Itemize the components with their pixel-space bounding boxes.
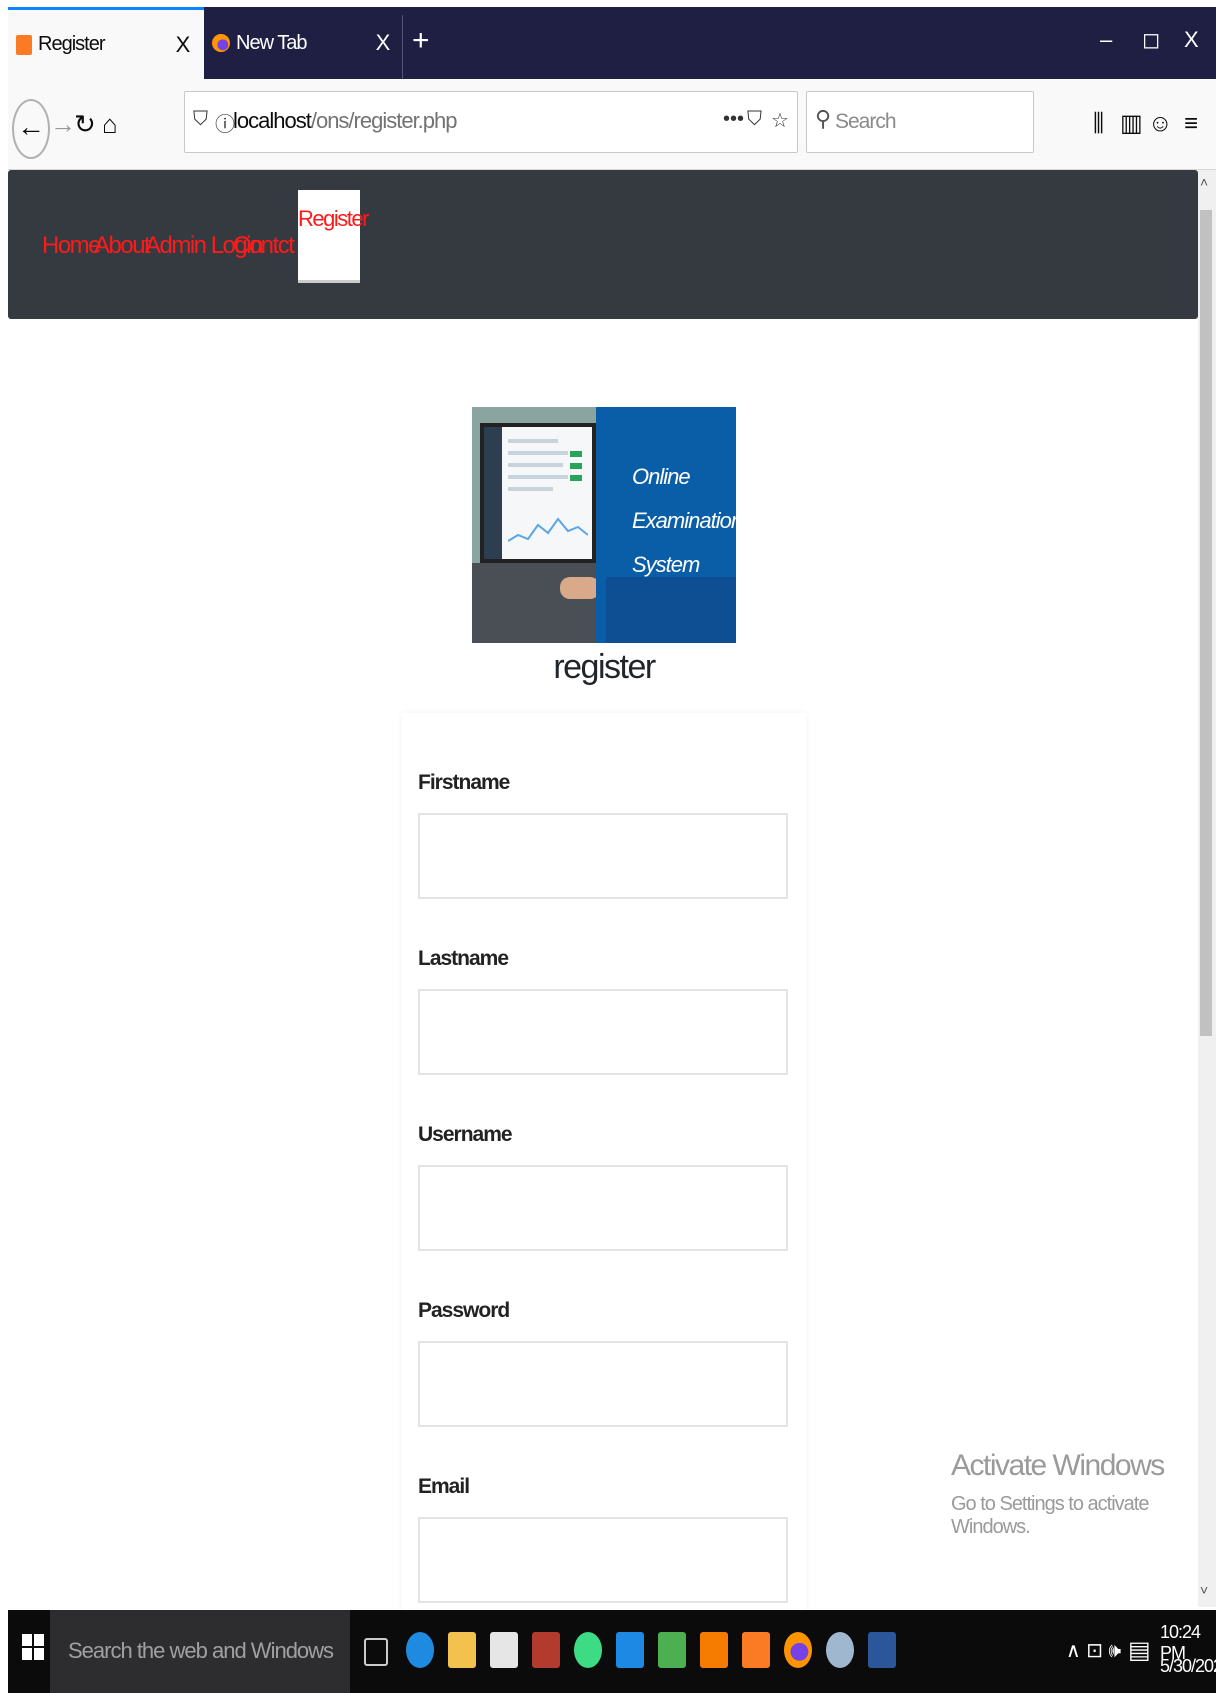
firefox-icon[interactable] bbox=[784, 1632, 812, 1668]
url-text[interactable]: localhost/ons/register.php bbox=[233, 108, 458, 134]
search-placeholder: Search bbox=[835, 110, 897, 133]
paint-icon[interactable] bbox=[826, 1632, 854, 1668]
nav-register-label: Register bbox=[298, 206, 369, 231]
nav-about-link[interactable]: About bbox=[94, 232, 151, 260]
pocket-icon[interactable]: ⛉ bbox=[747, 108, 762, 131]
nav-home-link[interactable]: Home bbox=[42, 232, 102, 260]
username-label: Username bbox=[418, 1123, 513, 1146]
notepad-icon[interactable] bbox=[658, 1632, 686, 1668]
browser-toolbar: ← → ↻ ⌂ ⛉ ⓘ localhost/ons/register.php •… bbox=[8, 79, 1216, 170]
taskbar-search-input[interactable]: Search the web and Windows bbox=[50, 1610, 350, 1693]
register-form: Firstname Lastname Username Password Ema… bbox=[402, 713, 806, 1613]
scroll-down-icon[interactable]: ˅ bbox=[1200, 1582, 1208, 1598]
close-tab-icon[interactable]: X bbox=[372, 30, 394, 56]
taskbar-search-placeholder: Search the web and Windows bbox=[68, 1638, 334, 1663]
home-icon[interactable]: ⌂ bbox=[102, 109, 118, 139]
username-input[interactable] bbox=[418, 1165, 788, 1251]
app-icon[interactable] bbox=[616, 1632, 644, 1668]
password-input[interactable] bbox=[418, 1341, 788, 1427]
bookmark-star-icon[interactable]: ☆ bbox=[771, 108, 789, 133]
email-input[interactable] bbox=[418, 1517, 788, 1603]
edge-browser-icon[interactable] bbox=[406, 1632, 434, 1668]
page-actions-icon[interactable]: ••• bbox=[723, 108, 744, 131]
word-icon[interactable] bbox=[868, 1632, 896, 1668]
new-tab-button[interactable]: + bbox=[412, 21, 430, 61]
xampp-favicon-icon bbox=[16, 34, 32, 55]
search-icon: ⚲ bbox=[815, 106, 832, 131]
winrar-icon[interactable] bbox=[532, 1632, 560, 1668]
restore-button[interactable]: ◻ bbox=[1142, 27, 1160, 53]
browser-tab-bar: Register X New Tab X + – ◻ X bbox=[8, 7, 1216, 79]
tab-new-tab[interactable]: New Tab X bbox=[204, 7, 404, 79]
sidebar-icon[interactable]: ▥ bbox=[1120, 109, 1143, 139]
close-window-button[interactable]: X bbox=[1184, 27, 1199, 53]
back-icon[interactable]: ← bbox=[12, 99, 50, 159]
reload-icon[interactable]: ↻ bbox=[74, 109, 96, 139]
site-navbar: Home About Admin Login Contct us Registe… bbox=[8, 170, 1198, 319]
page-scrollbar[interactable]: ˄ ˅ bbox=[1198, 170, 1216, 1607]
firstname-input[interactable] bbox=[418, 813, 788, 899]
email-label: Email bbox=[418, 1475, 470, 1498]
tab-divider bbox=[402, 15, 403, 79]
shield-icon[interactable]: ⛉ bbox=[193, 108, 208, 131]
minimize-button[interactable]: – bbox=[1100, 27, 1112, 53]
info-icon[interactable]: ⓘ bbox=[215, 108, 235, 137]
online-examination-banner-image: Online Examination System bbox=[472, 407, 736, 643]
password-label: Password bbox=[418, 1299, 510, 1322]
store-icon[interactable] bbox=[490, 1632, 518, 1668]
tab-register[interactable]: Register X bbox=[8, 7, 204, 79]
android-studio-icon[interactable] bbox=[574, 1632, 602, 1668]
library-icon[interactable]: ⫼ bbox=[1093, 109, 1104, 139]
watermark-title: Activate Windows bbox=[951, 1449, 1165, 1482]
lastname-label: Lastname bbox=[418, 947, 509, 970]
file-explorer-icon[interactable] bbox=[448, 1632, 476, 1668]
system-tray-icons[interactable]: ∧ ⊡ 🕪 bbox=[1066, 1638, 1121, 1663]
windows-taskbar: Search the web and Windows ∧ ⊡ 🕪 ▤ 10:24… bbox=[8, 1610, 1216, 1693]
xampp-icon[interactable] bbox=[742, 1632, 770, 1668]
forward-icon[interactable]: → bbox=[50, 109, 76, 139]
notifications-icon[interactable]: ▤ bbox=[1128, 1636, 1151, 1665]
scrollbar-thumb[interactable] bbox=[1200, 210, 1212, 1036]
firstname-label: Firstname bbox=[418, 771, 510, 794]
firefox-favicon-icon bbox=[212, 34, 230, 52]
watermark-subtitle: Go to Settings to activate Windows. bbox=[951, 1493, 1149, 1538]
browser-search-input[interactable]: ⚲ Search bbox=[806, 91, 1034, 153]
page-title: register bbox=[553, 648, 656, 686]
url-path: /ons/register.php bbox=[310, 108, 458, 133]
banner-title: Online Examination System bbox=[632, 464, 736, 577]
scroll-up-icon[interactable]: ˄ bbox=[1200, 174, 1208, 190]
nav-register-link[interactable]: Register bbox=[298, 190, 369, 283]
clock-date[interactable]: 5/30/2020 bbox=[1160, 1656, 1216, 1677]
activate-windows-watermark: Activate Windows Go to Settings to activ… bbox=[951, 1449, 1216, 1539]
tab-label: New Tab bbox=[236, 31, 307, 54]
menu-icon[interactable]: ≡ bbox=[1184, 109, 1198, 139]
close-tab-icon[interactable]: X bbox=[172, 32, 194, 58]
lastname-input[interactable] bbox=[418, 989, 788, 1075]
url-host: localhost bbox=[233, 108, 312, 133]
task-view-icon[interactable] bbox=[364, 1638, 388, 1666]
windows-start-icon[interactable] bbox=[22, 1634, 46, 1662]
url-bar[interactable]: ⛉ ⓘ localhost/ons/register.php ••• ⛉ ☆ bbox=[184, 91, 798, 153]
tab-label: Register bbox=[38, 33, 105, 55]
account-icon[interactable]: ☺ bbox=[1148, 109, 1173, 139]
sublime-text-icon[interactable] bbox=[700, 1632, 728, 1668]
